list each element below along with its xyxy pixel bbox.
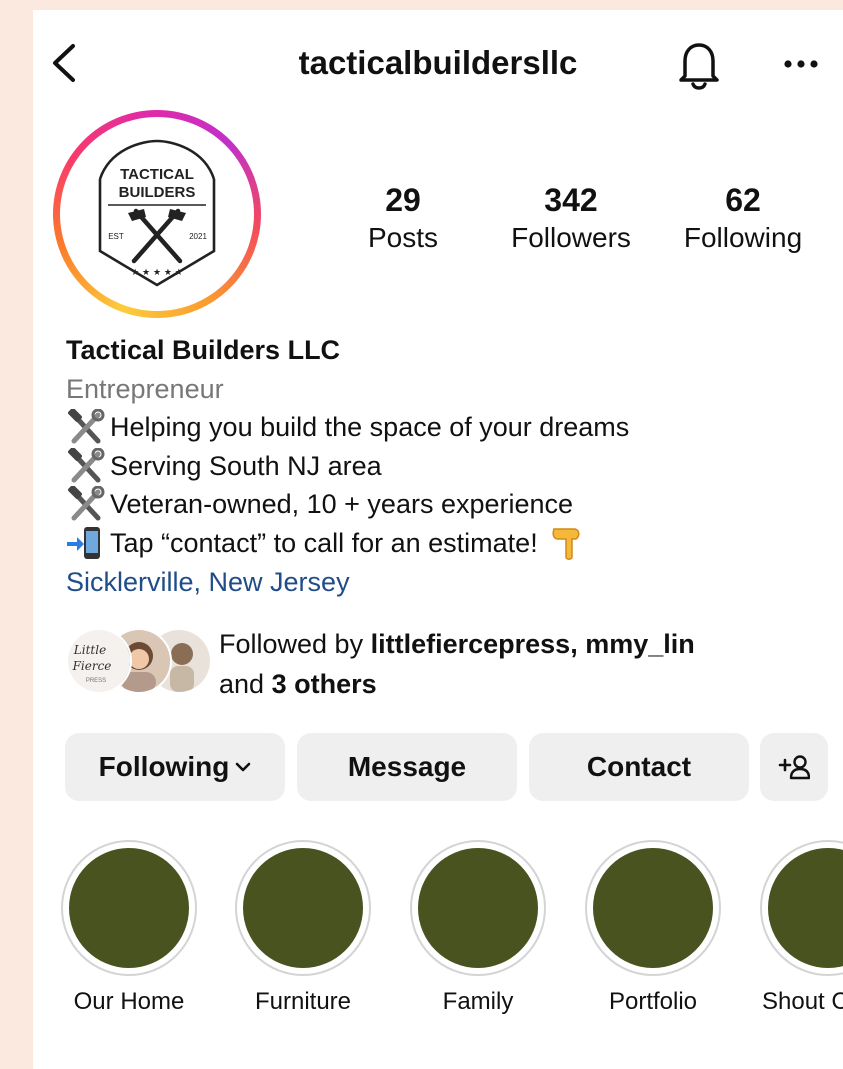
- highlight-our-home[interactable]: Our Home: [61, 840, 197, 1016]
- suggested-users-button[interactable]: [760, 733, 828, 801]
- bio-line-text: Serving South NJ area: [110, 450, 382, 481]
- posts-count: 29: [385, 182, 421, 218]
- tactical-builders-logo: TACTICAL BUILDERS EST 2021 ★ ★ ★ ★ ★: [98, 139, 216, 287]
- bio-line-text: Veteran-owned, 10 + years experience: [110, 489, 574, 519]
- highlight-label: Furniture: [254, 988, 352, 1015]
- logo-text-builders: BUILDERS: [119, 184, 196, 201]
- followed-by-and: and: [219, 669, 265, 699]
- message-button[interactable]: Message: [297, 733, 517, 801]
- followed-by-others: 3 others: [271, 669, 377, 699]
- logo-text-est: EST: [108, 232, 124, 241]
- following-label: Following: [683, 222, 803, 253]
- bio-line-text: Helping you build the space of your drea…: [110, 412, 630, 442]
- avatar-text-little: Little: [73, 643, 106, 657]
- bio-line: Veteran-owned, 10 + years experience: [66, 485, 836, 524]
- profile-category: Entrepreneur: [66, 374, 224, 404]
- avatar-text-press: PRESS: [86, 678, 106, 684]
- profile-page: tacticalbuildersllc TACTICAL BUILDERS ES…: [33, 10, 843, 1069]
- highlight-cover: [593, 848, 713, 968]
- profile-bio: Tactical Builders LLC Entrepreneur Helpi…: [66, 330, 836, 602]
- highlight-family[interactable]: Family: [410, 840, 546, 1016]
- stat-followers[interactable]: 342 Followers: [501, 180, 641, 256]
- avatar-text-fierce: Fierce: [72, 659, 112, 673]
- highlight-cover: [69, 848, 189, 968]
- highlight-cover: [243, 848, 363, 968]
- location-link[interactable]: Sicklerville, New Jersey: [66, 562, 836, 602]
- bell-icon[interactable]: [675, 38, 723, 90]
- hammer-wrench-icon: [68, 409, 105, 444]
- hammer-wrench-icon: [68, 486, 105, 521]
- highlight-shout-outs[interactable]: Shout C: [760, 840, 843, 1016]
- posts-label: Posts: [367, 222, 439, 253]
- contact-button-label: Contact: [586, 751, 692, 782]
- highlight-ring: [585, 840, 721, 976]
- profile-avatar[interactable]: TACTICAL BUILDERS EST 2021 ★ ★ ★ ★ ★: [53, 110, 261, 318]
- chevron-down-icon: [236, 762, 251, 772]
- logo-text-year: 2021: [189, 232, 207, 241]
- highlight-ring: [61, 840, 197, 976]
- stat-following[interactable]: 62 Following: [673, 180, 813, 256]
- followed-by-users: littlefiercepress, mmy_lin: [370, 629, 695, 659]
- highlight-cover: [768, 848, 843, 968]
- bio-line: Serving South NJ area: [66, 447, 836, 486]
- highlight-ring: [760, 840, 843, 976]
- highlight-label: Our Home: [73, 988, 185, 1015]
- highlight-label: Shout C: [762, 988, 843, 1015]
- username-title: tacticalbuildersllc: [298, 44, 578, 81]
- highlight-portfolio[interactable]: Portfolio: [585, 840, 721, 1016]
- contact-button[interactable]: Contact: [529, 733, 749, 801]
- follower-avatar-littlefiercepress: Little Fierce PRESS: [66, 628, 132, 694]
- svg-text:★ ★ ★ ★ ★: ★ ★ ★ ★ ★: [131, 268, 183, 278]
- bio-line-text: Tap “contact” to call for an estimate!: [110, 527, 538, 558]
- message-button-label: Message: [347, 751, 467, 782]
- bio-line: Tap “contact” to call for an estimate!: [66, 524, 836, 563]
- followed-by-text[interactable]: Followed by littlefiercepress, mmy_lin a…: [219, 624, 829, 704]
- hammer-wrench-icon: [68, 447, 105, 483]
- highlight-cover: [418, 848, 538, 968]
- phone-arrow-icon: [67, 526, 100, 559]
- highlight-label: Portfolio: [608, 988, 698, 1015]
- followed-by-prefix: Followed by: [219, 629, 364, 659]
- following-count: 62: [725, 182, 761, 218]
- logo-text-tactical: TACTICAL: [120, 166, 194, 183]
- following-button[interactable]: Following: [65, 733, 285, 801]
- bio-line: Helping you build the space of your drea…: [66, 408, 836, 447]
- stat-posts[interactable]: 29 Posts: [353, 180, 453, 256]
- highlight-furniture[interactable]: Furniture: [235, 840, 371, 1016]
- followers-label: Followers: [511, 222, 631, 253]
- avatar-inner: TACTICAL BUILDERS EST 2021 ★ ★ ★ ★ ★: [60, 117, 254, 311]
- add-user-icon: [778, 755, 810, 780]
- highlight-ring: [410, 840, 546, 976]
- highlight-label: Family: [442, 988, 514, 1015]
- highlight-ring: [235, 840, 371, 976]
- back-arrow-icon[interactable]: [49, 42, 79, 84]
- pointing-down-icon: [552, 528, 580, 560]
- followed-by-avatars[interactable]: Little Fierce PRESS: [66, 628, 212, 694]
- following-button-label: Following: [98, 751, 230, 782]
- more-options-icon[interactable]: [780, 54, 822, 74]
- profile-name: Tactical Builders LLC: [66, 335, 341, 365]
- followers-count: 342: [544, 182, 598, 218]
